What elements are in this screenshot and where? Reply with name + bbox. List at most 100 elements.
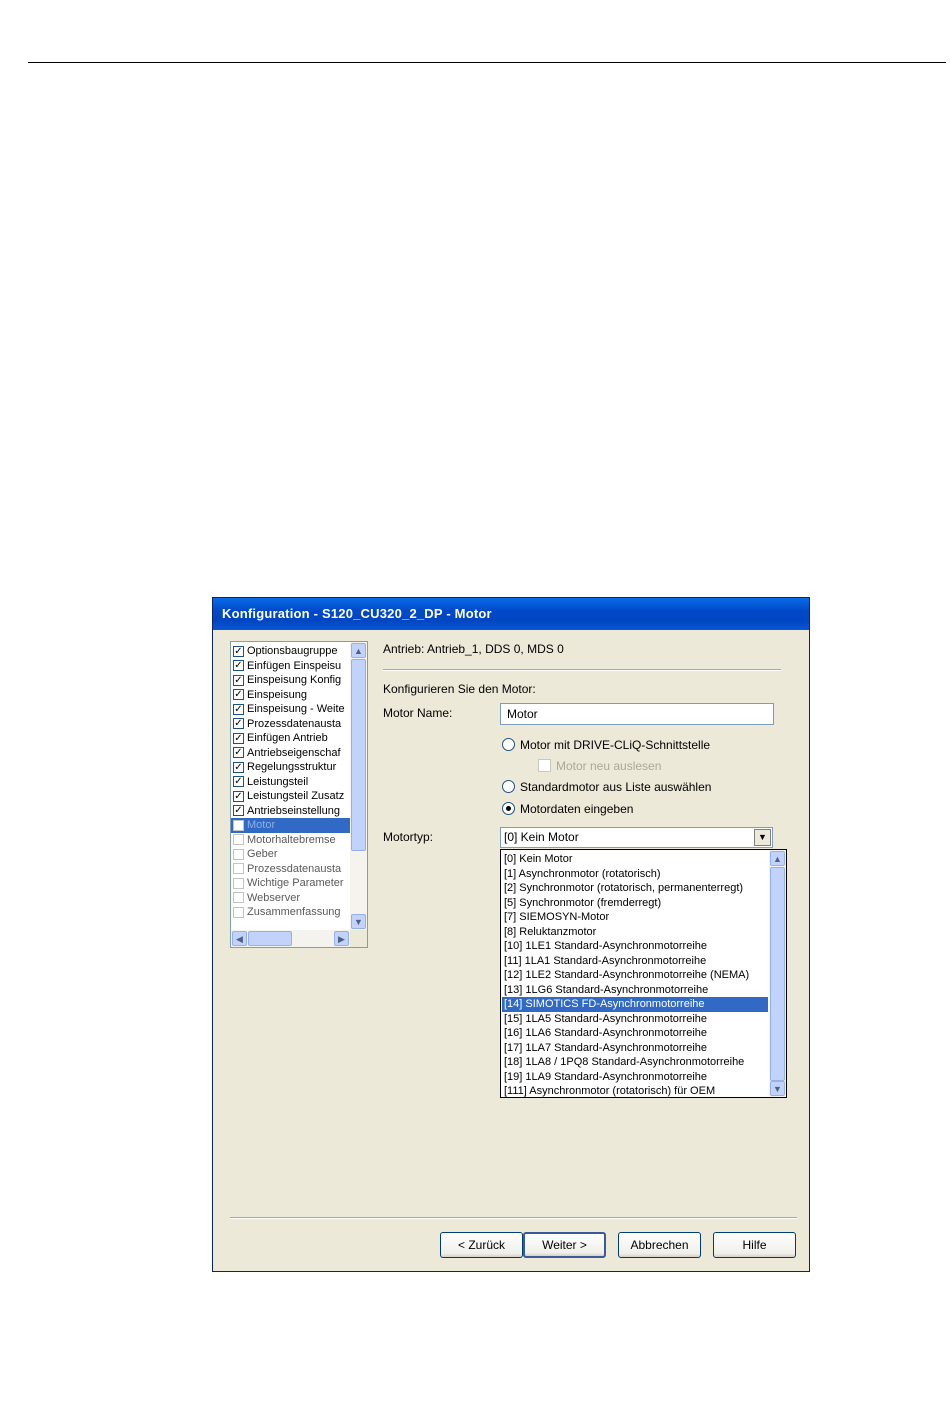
checkbox-unchecked-icon[interactable] [233,819,244,831]
tree-item[interactable]: Motor [231,818,351,833]
cancel-button[interactable]: Abbrechen [618,1232,701,1258]
radio-standard-motor[interactable] [502,780,515,793]
tree-item-label: Zusammenfassung [247,906,341,918]
tree-vertical-scrollbar[interactable]: ▲ ▼ [350,642,367,930]
motortype-option[interactable]: [2] Synchronmotor (rotatorisch, permanen… [502,881,768,896]
checkbox-unchecked-icon[interactable] [233,892,244,903]
tree-item[interactable]: Geber [231,847,351,862]
motortype-option[interactable]: [13] 1LG6 Standard-Asynchronmotorreihe [502,983,768,998]
radio-standard-motor-label: Standardmotor aus Liste auswählen [520,780,712,794]
window-title: Konfiguration - S120_CU320_2_DP - Motor [222,606,492,621]
tree-item-label: Antriebseinstellung [247,804,340,817]
motortype-option[interactable]: [12] 1LE2 Standard-Asynchronmotorreihe (… [502,968,768,983]
tree-item[interactable]: ✓ Leistungsteil [231,775,351,790]
checkbox-checked-icon[interactable]: ✓ [233,790,244,802]
motortype-options: [0] Kein Motor [1] Asynchronmotor (rotato… [502,852,768,1097]
dropdown-scrollbar[interactable]: ▲ ▼ [769,850,786,1097]
scroll-left-icon[interactable]: ◀ [232,931,247,946]
checkbox-motor-read-label: Motor neu auslesen [556,759,662,773]
motortype-dropdown-list[interactable]: [0] Kein Motor [1] Asynchronmotor (rotato… [500,849,787,1098]
tree-item-label: Leistungsteil [247,775,309,788]
checkbox-unchecked-icon[interactable] [233,877,244,889]
scroll-right-icon[interactable]: ▶ [334,931,349,946]
tree-item[interactable]: ✓ Einfügen Einspeisu [231,659,351,674]
scroll-up-icon[interactable]: ▲ [351,643,366,658]
motortype-option[interactable]: [18] 1LA8 / 1PQ8 Standard-Asynchronmotor… [502,1055,768,1070]
motortype-option[interactable]: [0] Kein Motor [502,852,768,867]
tree-item[interactable]: Zusammenfassung [231,905,351,920]
checkbox-unchecked-icon[interactable] [233,863,244,874]
checkbox-checked-icon[interactable]: ✓ [233,761,244,773]
tree-item[interactable]: ✓ Antriebseigenschaf [231,746,351,761]
tree-item[interactable]: ✓ Einspeisung [231,688,351,703]
motortype-option[interactable]: [8] Reluktanzmotor [502,925,768,940]
radio-motor-data[interactable] [502,802,515,815]
tree-item[interactable]: ✓ Prozessdatenausta [231,717,351,732]
radio-driveclick[interactable] [502,738,515,751]
checkbox-checked-icon[interactable]: ✓ [233,776,244,787]
tree-item[interactable]: Webserver [231,891,351,906]
tree-item-label: Motorhaltebremse [247,833,336,846]
tree-item-label: Einfügen Antrieb [247,732,328,744]
checkbox-unchecked-icon[interactable] [233,848,244,860]
configuration-dialog: Konfiguration - S120_CU320_2_DP - Motor … [212,597,810,1272]
motortype-option[interactable]: [1] Asynchronmotor (rotatorisch) [502,867,768,882]
motortype-option[interactable]: [17] 1LA7 Standard-Asynchronmotorreihe [502,1041,768,1056]
next-button[interactable]: Weiter > [523,1232,606,1258]
checkbox-motor-read[interactable] [538,759,551,772]
checkbox-checked-icon[interactable]: ✓ [233,660,244,671]
tree-item[interactable]: ✓ Regelungsstruktur [231,760,351,775]
checkbox-checked-icon[interactable]: ✓ [233,689,244,700]
tree-item[interactable]: ✓ Einspeisung Konfig [231,673,351,688]
tree-item[interactable]: ✓ Einfügen Antrieb [231,731,351,746]
tree-item-label: Wichtige Parameter [247,877,344,889]
help-button[interactable]: Hilfe [713,1232,796,1258]
motortype-option[interactable]: [11] 1LA1 Standard-Asynchronmotorreihe [502,954,768,969]
tree-item[interactable]: ✓ Antriebseinstellung [231,804,351,819]
tree-item[interactable]: Prozessdatenausta [231,862,351,877]
tree-item-label: Einfügen Einspeisu [247,659,342,672]
tree-item[interactable]: ✓ Leistungsteil Zusatz [231,789,351,804]
motortype-option[interactable]: [16] 1LA6 Standard-Asynchronmotorreihe [502,1026,768,1041]
motortype-option[interactable]: [10] 1LE1 Standard-Asynchronmotorreihe [502,939,768,954]
checkbox-checked-icon[interactable]: ✓ [233,645,244,657]
checkbox-checked-icon[interactable]: ✓ [233,747,244,758]
motortype-option[interactable]: [19] 1LA9 Standard-Asynchronmotorreihe [502,1070,768,1085]
tree-item-label: Prozessdatenausta [247,862,342,875]
checkbox-checked-icon[interactable]: ✓ [233,674,244,686]
checkbox-checked-icon[interactable]: ✓ [233,805,244,816]
back-button[interactable]: < Zurück [440,1232,523,1258]
chevron-down-icon[interactable]: ▼ [754,829,771,846]
scroll-thumb-horizontal[interactable] [248,931,292,946]
motortype-option[interactable]: [5] Synchronmotor (fremderregt) [502,896,768,911]
motortype-option[interactable]: [7] SIEMOSYN-Motor [502,910,768,925]
scroll-down-icon[interactable]: ▼ [770,1081,785,1096]
checkbox-checked-icon[interactable]: ✓ [233,718,244,729]
checkbox-unchecked-icon[interactable] [233,834,244,845]
motortype-option[interactable]: [14] SIMOTICS FD-Asynchronmotorreihe [502,997,768,1012]
motortype-option[interactable]: [111] Asynchronmotor (rotatorisch) für O… [502,1084,768,1097]
tree-horizontal-scrollbar[interactable]: ◀ ▶ [231,930,350,947]
scroll-up-icon[interactable]: ▲ [770,851,785,866]
radio-driveclick-label: Motor mit DRIVE-CLiQ-Schnittstelle [520,738,711,752]
title-bar[interactable]: Konfiguration - S120_CU320_2_DP - Motor [213,598,809,630]
tree-item[interactable]: Wichtige Parameter [231,876,351,891]
tree-item[interactable]: ✓ Optionsbaugruppe [231,644,351,659]
motortype-label: Motortyp: [383,830,434,844]
motortype-option[interactable]: [15] 1LA5 Standard-Asynchronmotorreihe [502,1012,768,1027]
checkbox-unchecked-icon[interactable] [233,906,244,918]
tree-item[interactable]: ✓ Einspeisung - Weite [231,702,351,717]
checkbox-checked-icon[interactable]: ✓ [233,732,244,744]
motortype-selected-value: [0] Kein Motor [504,830,579,844]
motor-name-input[interactable]: Motor [500,703,774,725]
scroll-thumb[interactable] [770,867,785,1081]
motortype-select[interactable]: [0] Kein Motor ▼ [500,827,773,848]
tree-item-label: Einspeisung Konfig [247,674,342,686]
radio-motor-data-label: Motordaten eingeben [520,802,634,816]
scroll-down-icon[interactable]: ▼ [351,914,366,929]
tree-item[interactable]: Motorhaltebremse [231,833,351,848]
wizard-step-tree[interactable]: ✓ Optionsbaugruppe ✓ Einfügen Einspeisu ✓ Ein… [230,641,368,948]
page-header-rule [28,62,946,63]
scroll-thumb[interactable] [351,659,366,851]
checkbox-checked-icon[interactable]: ✓ [233,703,244,715]
